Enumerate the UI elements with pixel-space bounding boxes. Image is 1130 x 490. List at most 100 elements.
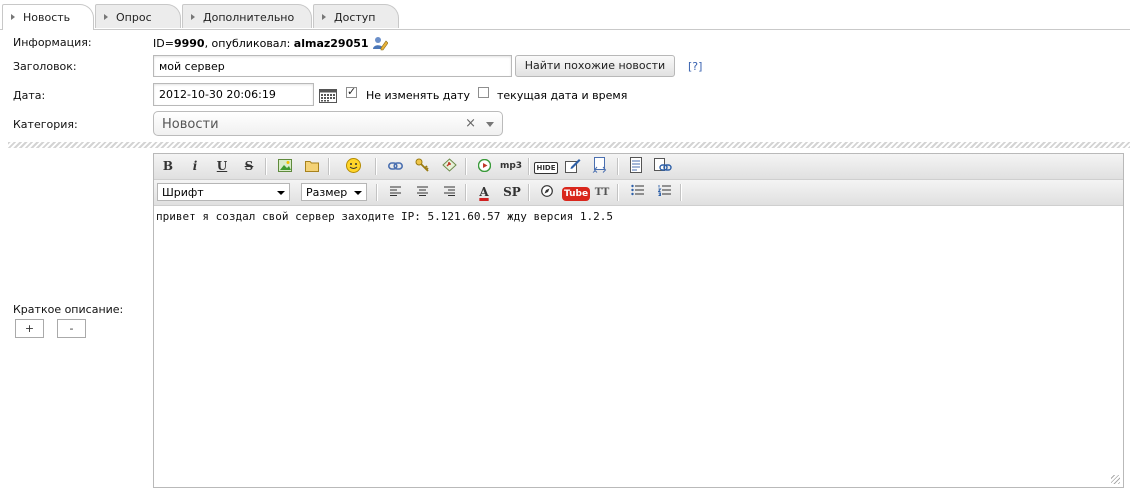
info-value: ID=9990, опубликовал: almaz29051	[153, 35, 389, 51]
toolbar-separator	[375, 158, 377, 175]
smiley-icon	[345, 158, 361, 173]
numbered-list-button[interactable]	[654, 183, 674, 202]
insert-link-button[interactable]	[385, 157, 405, 176]
short-description-editor: B i U S mp3 HIDE Шрифт Размер A SP Tube …	[153, 153, 1124, 488]
tab-arrow-icon	[104, 14, 108, 20]
align-left-icon	[389, 186, 401, 196]
chevron-down-icon	[277, 191, 285, 195]
video-play-icon	[477, 158, 491, 173]
title-input[interactable]: мой сервер	[153, 55, 512, 77]
edit-user-icon[interactable]	[372, 35, 389, 51]
tab-arrow-icon	[322, 14, 326, 20]
size-select-value: Размер	[306, 186, 348, 199]
align-right-button[interactable]	[439, 183, 459, 202]
clear-category-icon[interactable]: ×	[465, 116, 476, 131]
tab-label: Дополнительно	[203, 11, 295, 24]
date-input[interactable]: 2012-10-30 20:06:19	[153, 83, 314, 106]
align-left-button[interactable]	[385, 183, 405, 202]
flash-button[interactable]	[537, 183, 557, 202]
toolbar-separator	[680, 184, 682, 201]
short-description-label: Краткое описание:	[13, 303, 124, 316]
font-select[interactable]: Шрифт	[157, 183, 290, 201]
youtube-icon: Tube	[562, 187, 591, 201]
align-center-button[interactable]	[412, 183, 432, 202]
key-icon	[415, 158, 429, 172]
italic-button[interactable]: i	[185, 157, 205, 176]
editor-toolbar-bottom: Шрифт Размер A SP Tube TT	[154, 180, 1123, 206]
section-divider	[8, 142, 1130, 148]
tab-access[interactable]: Доступ	[313, 4, 399, 28]
title-label: Заголовок:	[13, 60, 77, 73]
smiley-button[interactable]	[343, 157, 363, 176]
calendar-icon[interactable]	[319, 89, 337, 103]
code-icon	[592, 157, 607, 173]
typewriter-button[interactable]: TT	[592, 183, 612, 202]
current-date-checkbox[interactable]	[478, 87, 489, 98]
keep-date-label: Не изменять дату	[366, 89, 471, 102]
tab-arrow-icon	[191, 14, 195, 20]
page-link-icon	[654, 158, 672, 171]
insert-image-button[interactable]	[275, 157, 295, 176]
align-right-icon	[443, 186, 455, 196]
info-label: Информация:	[13, 36, 92, 49]
compass-icon	[541, 185, 553, 197]
bold-button[interactable]: B	[158, 157, 178, 176]
size-select[interactable]: Размер	[301, 183, 367, 201]
category-label: Категория:	[13, 118, 78, 131]
bullet-list-icon	[630, 184, 644, 196]
toolbar-separator	[376, 184, 378, 201]
toolbar-separator	[528, 184, 530, 201]
hide-text-button[interactable]: HIDE	[534, 157, 558, 176]
toolbar-separator	[328, 158, 330, 175]
toolbar-separator	[617, 184, 619, 201]
insert-key-button[interactable]	[412, 157, 432, 176]
toolbar-separator	[528, 158, 530, 175]
tab-label: Новость	[23, 11, 71, 24]
underline-button[interactable]: U	[212, 157, 232, 176]
insert-video-button[interactable]	[474, 157, 494, 176]
resize-grip-icon[interactable]	[1111, 475, 1120, 484]
folder-icon	[304, 161, 319, 172]
toolbar-separator	[465, 158, 467, 175]
shrink-editor-button[interactable]: -	[57, 319, 86, 338]
strikethrough-button[interactable]: S	[239, 157, 259, 176]
category-value: Новости	[162, 117, 219, 132]
tab-news[interactable]: Новость	[2, 4, 94, 30]
numbered-list-icon	[657, 185, 671, 196]
short-description-textarea[interactable]: привет я создал свой сервер заходите IP:…	[154, 206, 1123, 487]
youtube-button[interactable]: Tube	[562, 183, 591, 202]
page-icon	[630, 157, 642, 173]
date-label: Дата:	[13, 89, 46, 102]
code-button[interactable]	[590, 157, 610, 176]
tab-additional[interactable]: Дополнительно	[182, 4, 312, 28]
author-link[interactable]: almaz29051	[294, 37, 369, 50]
toolbar-separator	[617, 158, 619, 175]
spoiler-button[interactable]: SP	[500, 183, 524, 202]
toolbar-separator	[465, 184, 467, 201]
hide-label: HIDE	[534, 162, 558, 174]
help-link[interactable]: [?]	[688, 60, 702, 73]
current-date-label: текущая дата и время	[497, 89, 628, 102]
text-color-button[interactable]: A	[474, 183, 494, 202]
open-folder-button[interactable]	[302, 157, 322, 176]
page-link-button[interactable]	[653, 157, 673, 176]
tab-poll[interactable]: Опрос	[95, 4, 181, 28]
quote-button[interactable]	[563, 157, 583, 176]
align-center-icon	[416, 186, 428, 196]
chevron-down-icon	[354, 191, 362, 195]
find-similar-news-button[interactable]: Найти похожие новости	[515, 55, 675, 77]
page-break-button[interactable]	[626, 157, 646, 176]
insert-mp3-button[interactable]: mp3	[498, 157, 524, 176]
link-icon	[387, 162, 403, 170]
bullet-list-button[interactable]	[627, 183, 647, 202]
published-by-label: , опубликовал:	[204, 37, 291, 50]
tab-bar: Новость Опрос Дополнительно Доступ	[0, 0, 1130, 30]
editor-toolbar-top: B i U S mp3 HIDE	[154, 154, 1123, 180]
insert-leech-button[interactable]	[439, 157, 459, 176]
edit-note-icon	[565, 159, 581, 173]
keep-date-checkbox[interactable]	[346, 85, 357, 98]
expand-editor-button[interactable]: +	[15, 319, 44, 338]
chevron-down-icon[interactable]	[486, 122, 494, 127]
font-select-value: Шрифт	[162, 186, 204, 199]
category-select[interactable]: Новости ×	[153, 111, 503, 136]
